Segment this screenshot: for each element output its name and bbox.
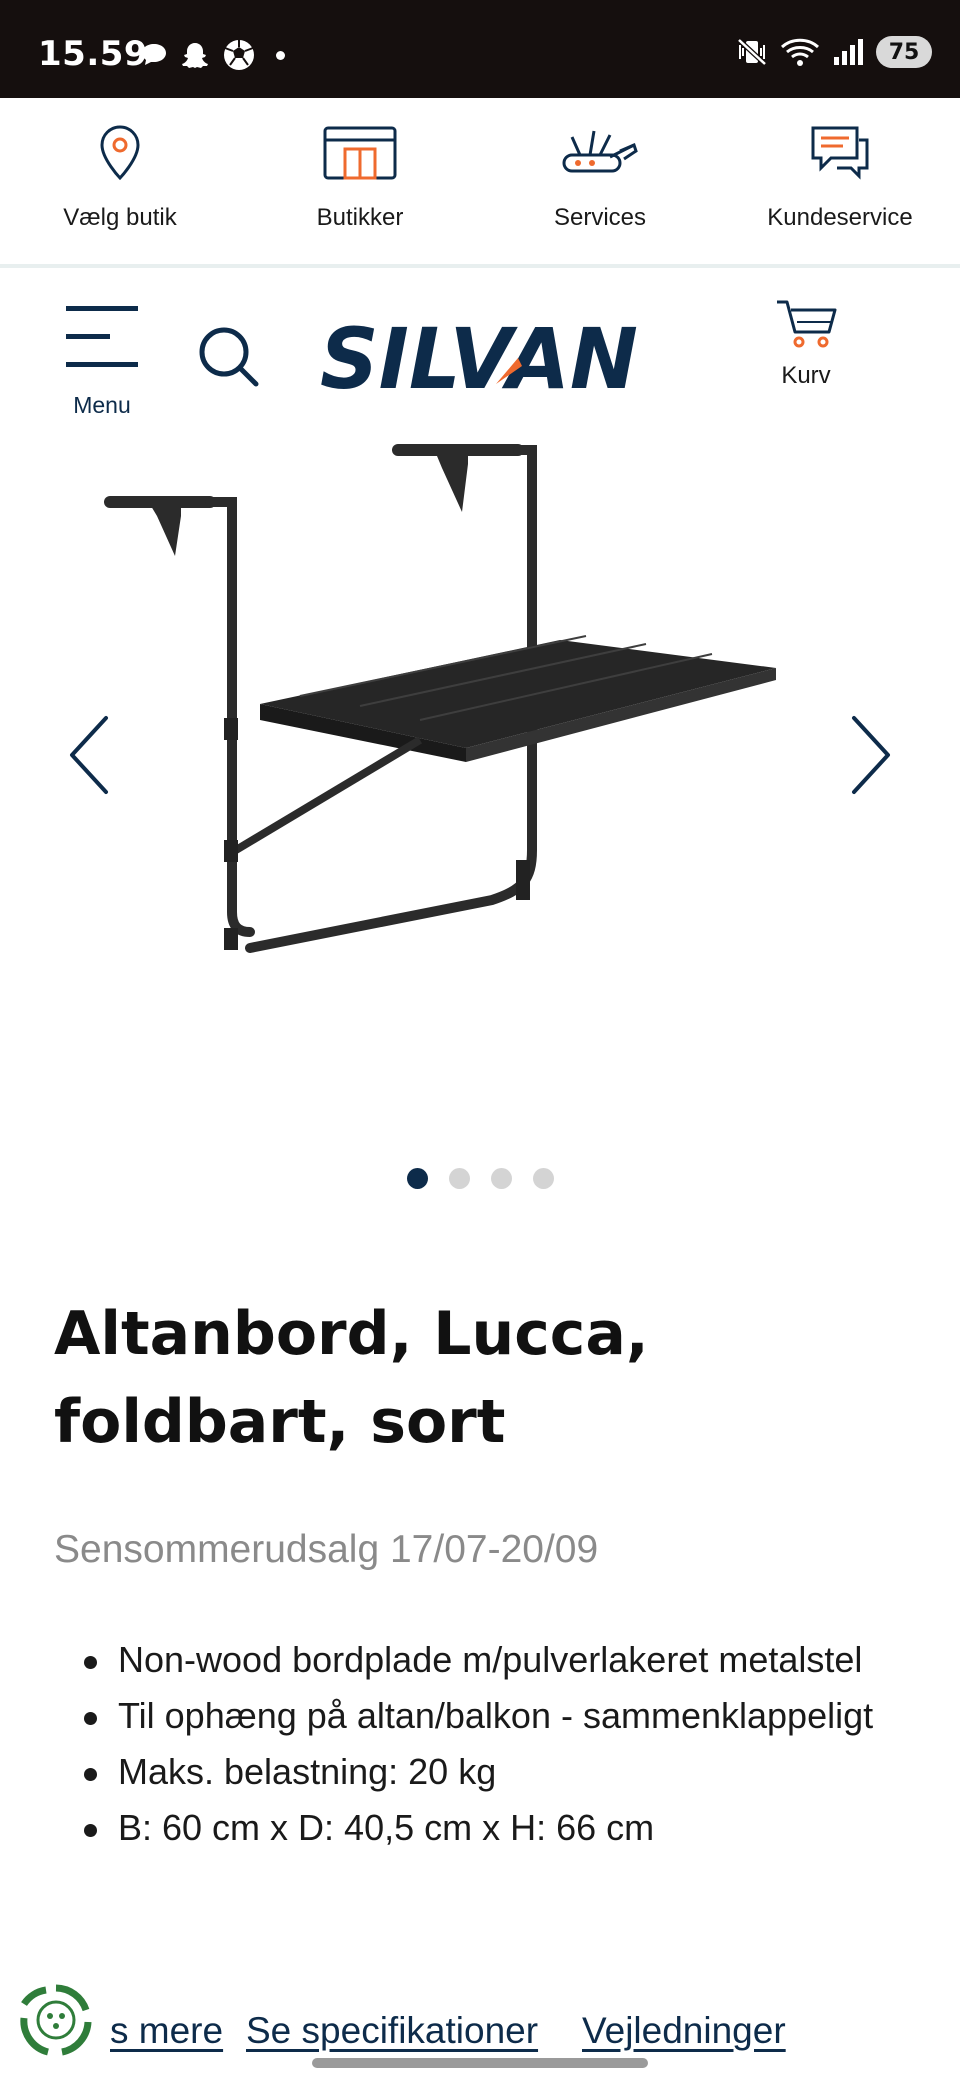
logo-text: SILVAN — [320, 312, 638, 402]
util-nav-choose-store[interactable]: Vælg butik — [0, 98, 240, 264]
tools-icon — [560, 122, 640, 184]
chat-bubble-icon — [142, 44, 166, 65]
carousel-dot-3[interactable] — [490, 1168, 512, 1189]
cart-icon — [777, 300, 837, 348]
read-more-link[interactable]: s mere — [110, 2010, 223, 2052]
battery-indicator: 75 — [876, 36, 932, 68]
product-title: Altanbord, Lucca, foldbart, sort — [54, 1299, 649, 1457]
util-nav-customer-service[interactable]: Kundeservice — [720, 98, 960, 264]
feature-list: Non-wood bordplade m/pulverlakeret metal… — [54, 1632, 914, 1856]
util-nav-label: Services — [553, 204, 647, 231]
product-image[interactable] — [100, 430, 860, 1110]
utility-nav: Vælg butik Butikker Services Kundeservic… — [0, 98, 960, 268]
menu-label: Menu — [73, 392, 131, 418]
store-icon — [322, 122, 398, 184]
wifi-icon — [780, 38, 820, 66]
snapchat-ghost-icon — [182, 43, 208, 68]
signal-bars-icon — [834, 39, 863, 65]
feature-item: Til ophæng på altan/balkon - sammenklapp… — [54, 1688, 914, 1744]
cart-button[interactable]: Kurv — [762, 298, 850, 408]
recycle-badge-icon[interactable] — [18, 1982, 94, 2058]
home-indicator[interactable] — [312, 2058, 648, 2068]
carousel-dot-4[interactable] — [532, 1168, 554, 1189]
chevron-left-icon — [70, 716, 108, 794]
status-time: 15.59 — [38, 34, 149, 74]
location-pin-icon — [98, 122, 142, 184]
feature-item: Non-wood bordplade m/pulverlakeret metal… — [54, 1632, 914, 1688]
chevron-right-icon — [852, 716, 890, 794]
menu-button[interactable]: Menu — [64, 302, 140, 418]
product-image-carousel — [0, 430, 960, 1220]
mute-vibrate-icon — [737, 38, 767, 66]
carousel-prev-button[interactable] — [60, 710, 120, 800]
status-system-icons: 75 — [736, 36, 932, 68]
util-nav-label: Kundeservice — [767, 204, 913, 231]
carousel-pagination — [0, 1168, 960, 1189]
site-header: Menu SILVAN Kurv — [0, 268, 960, 428]
campaign-label: Sensommerudsalg 17/07-20/09 — [54, 1528, 599, 1571]
hamburger-icon — [66, 306, 138, 367]
feature-item: Maks. belastning: 20 kg — [54, 1744, 914, 1800]
util-nav-stores[interactable]: Butikker — [240, 98, 480, 264]
specifications-link[interactable]: Se specifikationer — [246, 2010, 538, 2052]
status-bar: 15.59 75 — [0, 0, 960, 98]
product-links-bar: s mere Se specifikationer Vejledninger — [0, 1984, 960, 2080]
notification-dot — [276, 50, 285, 60]
util-nav-label: Butikker — [316, 204, 404, 231]
guides-link[interactable]: Vejledninger — [582, 2010, 786, 2052]
status-notification-icons — [140, 38, 285, 72]
util-nav-label: Vælg butik — [63, 204, 177, 231]
soccer-ball-icon — [224, 40, 254, 70]
feature-item: B: 60 cm x D: 40,5 cm x H: 66 cm — [54, 1800, 914, 1856]
search-icon — [199, 327, 259, 387]
search-button[interactable] — [196, 324, 262, 390]
cart-label: Kurv — [781, 362, 831, 389]
chat-icon — [809, 122, 871, 184]
carousel-next-button[interactable] — [840, 710, 900, 800]
util-nav-services[interactable]: Services — [480, 98, 720, 264]
carousel-dot-1[interactable] — [406, 1168, 428, 1189]
carousel-dot-2[interactable] — [448, 1168, 470, 1189]
silvan-logo[interactable]: SILVAN — [318, 310, 642, 408]
